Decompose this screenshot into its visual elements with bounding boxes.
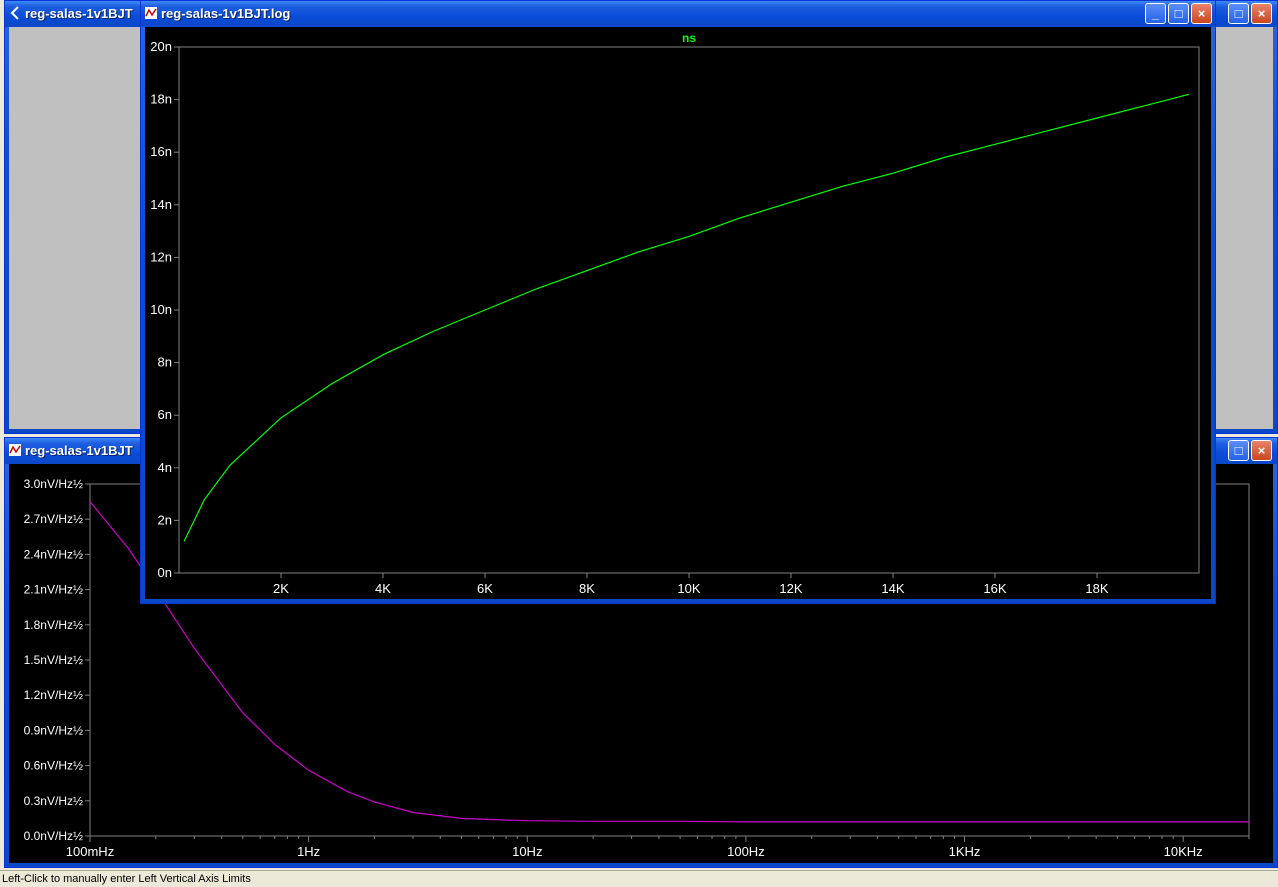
- y-tick-label: 16n: [150, 144, 172, 159]
- x-tick-label: 18K: [1085, 581, 1108, 596]
- status-bar: Left-Click to manually enter Left Vertic…: [0, 870, 1278, 887]
- y-tick-label: 2n: [158, 512, 172, 527]
- x-tick-label: 1KHz: [949, 844, 981, 859]
- y-tick-label: 2.1nV/Hz½: [24, 583, 83, 597]
- y-tick-label: 12n: [150, 249, 172, 264]
- schematic-close-button[interactable]: ×: [1251, 3, 1272, 24]
- schematic-title: reg-salas-1v1BJT: [25, 6, 133, 21]
- y-tick-label: 18n: [150, 92, 172, 107]
- y-tick-label: 0.9nV/Hz½: [24, 723, 83, 737]
- x-tick-label: 100Hz: [727, 844, 765, 859]
- y-tick-label: 2.7nV/Hz½: [24, 512, 83, 526]
- noise-plot-title: reg-salas-1v1BJT: [25, 443, 133, 458]
- y-tick-label: 0.3nV/Hz½: [24, 794, 83, 808]
- noise-plot-close-button[interactable]: ×: [1251, 440, 1272, 461]
- y-tick-label: 2.4nV/Hz½: [24, 547, 83, 561]
- log-plot-maximize-button[interactable]: □: [1168, 3, 1189, 24]
- log-plot-window[interactable]: reg-salas-1v1BJT.log _ □ × ns 0n 2n 4n 6n 8n 1…: [140, 0, 1216, 604]
- x-tick-label: 2K: [273, 581, 289, 596]
- x-tick-label: 14K: [881, 581, 904, 596]
- waveform-icon: [9, 444, 21, 456]
- y-tick-label: 20n: [150, 39, 172, 54]
- schematic-icon: [10, 6, 19, 20]
- noise-plot-maximize-button[interactable]: □: [1228, 440, 1249, 461]
- x-tick-label: 6K: [477, 581, 493, 596]
- schematic-maximize-button[interactable]: □: [1228, 3, 1249, 24]
- status-text: Left-Click to manually enter Left Vertic…: [2, 873, 251, 885]
- y-tick-label: 1.2nV/Hz½: [24, 688, 83, 702]
- y-tick-label: 1.5nV/Hz½: [24, 653, 83, 667]
- x-tick-label: 8K: [579, 581, 595, 596]
- x-tick-label: 10Hz: [512, 844, 542, 859]
- y-tick-label: 0.0nV/Hz½: [24, 829, 83, 843]
- log-plot-title: reg-salas-1v1BJT.log: [161, 6, 291, 21]
- y-tick-label: 4n: [158, 460, 172, 475]
- x-tick-label: 10KHz: [1164, 844, 1203, 859]
- series-line: [183, 93, 1189, 542]
- x-tick-label: 12K: [779, 581, 802, 596]
- log-chart[interactable]: ns 0n 2n 4n 6n 8n 10n 12n 14n 16n 18n 20n 2K 4K 6K 8K 10…: [145, 27, 1213, 601]
- y-tick-label: 1.8nV/Hz½: [24, 618, 83, 632]
- log-plot-pane[interactable]: ns 0n 2n 4n 6n 8n 10n 12n 14n 16n 18n 20n 2K 4K 6K 8K 10…: [145, 27, 1211, 599]
- y-tick-label: 0.6nV/Hz½: [24, 759, 83, 773]
- x-tick-label: 16K: [983, 581, 1006, 596]
- log-plot-minimize-button[interactable]: _: [1145, 3, 1166, 24]
- x-tick-label: 4K: [375, 581, 391, 596]
- y-tick-label: 14n: [150, 197, 172, 212]
- x-tick-label: 100mHz: [66, 844, 114, 859]
- y-tick-label: 6n: [158, 407, 172, 422]
- y-tick-label: 3.0nV/Hz½: [24, 477, 83, 491]
- y-tick-label: 10n: [150, 302, 172, 317]
- y-tick-label: 8n: [158, 355, 172, 370]
- waveform-icon: [145, 7, 157, 19]
- log-plot-close-button[interactable]: ×: [1191, 3, 1212, 24]
- x-tick-label: 1Hz: [297, 844, 320, 859]
- plot-frame: [178, 46, 1200, 574]
- log-plot-titlebar[interactable]: reg-salas-1v1BJT.log _ □ ×: [141, 1, 1215, 27]
- legend-label: ns: [682, 31, 696, 45]
- y-tick-label: 0n: [158, 565, 172, 580]
- x-tick-label: 10K: [677, 581, 700, 596]
